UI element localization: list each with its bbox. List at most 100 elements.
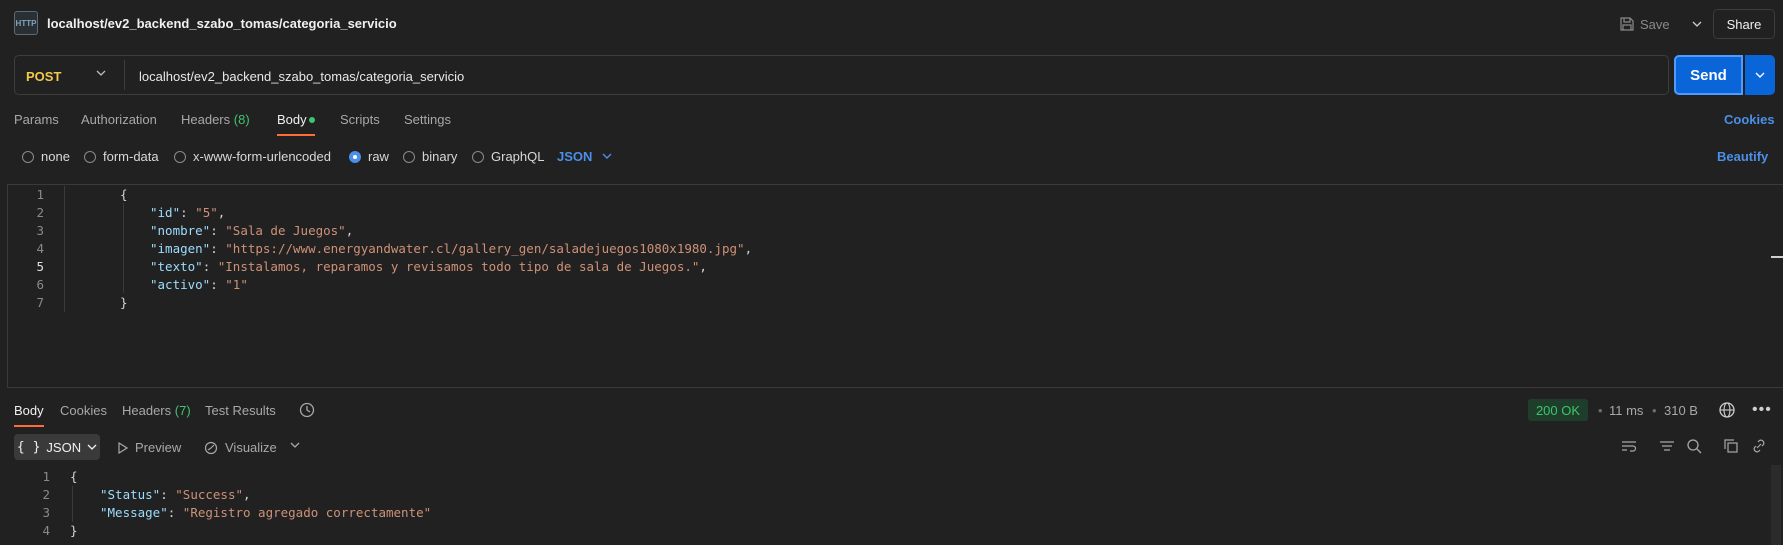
json-key: "id" bbox=[150, 205, 181, 220]
chevron-down-icon bbox=[87, 444, 97, 450]
send-options-chevron-icon[interactable] bbox=[1745, 55, 1775, 95]
radio-circle bbox=[403, 150, 415, 163]
url-divider bbox=[124, 60, 125, 90]
editor-scroll-marker[interactable] bbox=[1771, 256, 1783, 258]
method-select[interactable]: POST bbox=[26, 69, 61, 84]
preview-button[interactable]: Preview bbox=[118, 440, 181, 455]
tab-params[interactable]: Params bbox=[14, 112, 59, 127]
json-close-brace: } bbox=[70, 523, 78, 538]
globe-icon[interactable] bbox=[1718, 401, 1736, 419]
history-icon[interactable] bbox=[298, 401, 316, 419]
line-number: 3 bbox=[42, 505, 50, 520]
preview-label: Preview bbox=[135, 440, 182, 455]
json-value: "Success" bbox=[175, 487, 244, 502]
line-number: 1 bbox=[42, 469, 50, 484]
method-chevron-icon[interactable] bbox=[96, 66, 106, 83]
response-format-select[interactable]: { } JSON bbox=[14, 434, 100, 460]
radio-label: GraphQL bbox=[491, 149, 545, 164]
json-line: "Status": "Success", bbox=[100, 487, 251, 502]
active-tab-underline bbox=[277, 134, 315, 136]
visualize-label: Visualize bbox=[225, 440, 277, 455]
response-tab-cookies[interactable]: Cookies bbox=[60, 403, 107, 418]
json-line: "texto": "Instalamos, reparamos y revisa… bbox=[150, 259, 707, 274]
line-number: 4 bbox=[36, 241, 44, 256]
radio-circle bbox=[84, 150, 96, 163]
body-format-select[interactable]: JSON bbox=[557, 149, 612, 164]
status-badge[interactable]: 200 OK bbox=[1528, 399, 1588, 421]
response-tab-headers-count: (7) bbox=[174, 403, 191, 418]
play-icon bbox=[118, 441, 128, 454]
chevron-down-icon bbox=[602, 153, 612, 159]
json-line: "id": "5", bbox=[150, 205, 226, 220]
tab-headers[interactable]: Headers (8) bbox=[181, 112, 250, 127]
visualize-icon bbox=[204, 441, 218, 454]
json-value: "5" bbox=[195, 205, 218, 220]
tab-body[interactable]: Body bbox=[277, 112, 307, 127]
share-button[interactable]: Share bbox=[1713, 9, 1775, 39]
radio-raw[interactable]: raw bbox=[349, 149, 389, 164]
line-number: 2 bbox=[42, 487, 50, 502]
response-scrollbar[interactable] bbox=[1771, 465, 1781, 545]
response-tab-test-results[interactable]: Test Results bbox=[205, 403, 276, 418]
radio-circle bbox=[174, 150, 186, 163]
send-button[interactable]: Send bbox=[1674, 55, 1743, 95]
line-number: 1 bbox=[36, 187, 44, 202]
tab-authorization[interactable]: Authorization bbox=[81, 112, 157, 127]
radio-binary[interactable]: binary bbox=[403, 149, 457, 164]
visualize-button[interactable]: Visualize bbox=[204, 440, 277, 455]
json-key: "Message" bbox=[100, 505, 168, 520]
save-button[interactable]: Save bbox=[1620, 13, 1670, 35]
response-tab-headers[interactable]: Headers (7) bbox=[122, 403, 191, 418]
response-time[interactable]: 11 ms bbox=[1609, 403, 1643, 418]
radio-form-data[interactable]: form-data bbox=[84, 149, 159, 164]
url-input[interactable]: localhost/ev2_backend_szabo_tomas/catego… bbox=[139, 69, 464, 84]
filter-icon[interactable] bbox=[1658, 437, 1676, 455]
json-value: "Registro agregado correctamente" bbox=[182, 505, 432, 520]
json-value: "1" bbox=[225, 277, 248, 292]
radio-label: none bbox=[41, 149, 70, 164]
save-label: Save bbox=[1640, 16, 1670, 32]
body-format-label: JSON bbox=[557, 149, 593, 164]
json-line: "nombre": "Sala de Juegos", bbox=[150, 223, 354, 238]
tab-headers-label: Headers bbox=[181, 112, 231, 127]
radio-urlencoded[interactable]: x-www-form-urlencoded bbox=[174, 149, 331, 164]
radio-graphql[interactable]: GraphQL bbox=[472, 149, 544, 164]
radio-circle bbox=[472, 150, 484, 163]
response-tab-body[interactable]: Body bbox=[14, 403, 44, 418]
json-value: "https://www.energyandwater.cl/gallery_g… bbox=[225, 241, 745, 256]
search-icon[interactable] bbox=[1685, 437, 1703, 455]
beautify-button[interactable]: Beautify bbox=[1717, 149, 1768, 164]
line-number-active: 5 bbox=[36, 259, 44, 274]
http-request-icon: HTTP bbox=[14, 11, 38, 35]
response-format-label: JSON bbox=[46, 439, 82, 455]
request-title[interactable]: localhost/ev2_backend_szabo_tomas/catego… bbox=[47, 16, 397, 31]
tab-settings[interactable]: Settings bbox=[404, 112, 451, 127]
request-body-editor[interactable] bbox=[7, 184, 1783, 388]
line-number: 2 bbox=[36, 205, 44, 220]
json-key: "Status" bbox=[100, 487, 161, 502]
radio-label: x-www-form-urlencoded bbox=[193, 149, 331, 164]
indent-guide bbox=[123, 203, 124, 293]
copy-icon[interactable] bbox=[1722, 437, 1740, 455]
json-value: "Sala de Juegos" bbox=[225, 223, 346, 238]
link-icon[interactable] bbox=[1750, 437, 1768, 455]
more-options-icon[interactable]: ••• bbox=[1752, 401, 1772, 419]
response-size[interactable]: 310 B bbox=[1664, 403, 1698, 418]
save-options-chevron-icon[interactable] bbox=[1688, 13, 1706, 35]
line-number: 6 bbox=[36, 277, 44, 292]
wrap-lines-icon[interactable] bbox=[1620, 437, 1638, 455]
json-key: "nombre" bbox=[150, 223, 211, 238]
tab-scripts[interactable]: Scripts bbox=[340, 112, 380, 127]
radio-none[interactable]: none bbox=[22, 149, 70, 164]
json-open-brace: { bbox=[120, 187, 128, 202]
cookies-link[interactable]: Cookies bbox=[1724, 112, 1775, 127]
braces-icon: { } bbox=[16, 439, 41, 455]
active-tab-underline bbox=[14, 425, 44, 427]
radio-label: binary bbox=[422, 149, 458, 164]
json-line: "imagen": "https://www.energyandwater.cl… bbox=[150, 241, 753, 256]
visualize-chevron-icon[interactable] bbox=[290, 438, 300, 455]
json-line: "Message": "Registro agregado correctame… bbox=[100, 505, 432, 520]
json-key: "texto" bbox=[150, 259, 203, 274]
json-close-brace: } bbox=[120, 295, 128, 310]
radio-circle bbox=[22, 150, 34, 163]
